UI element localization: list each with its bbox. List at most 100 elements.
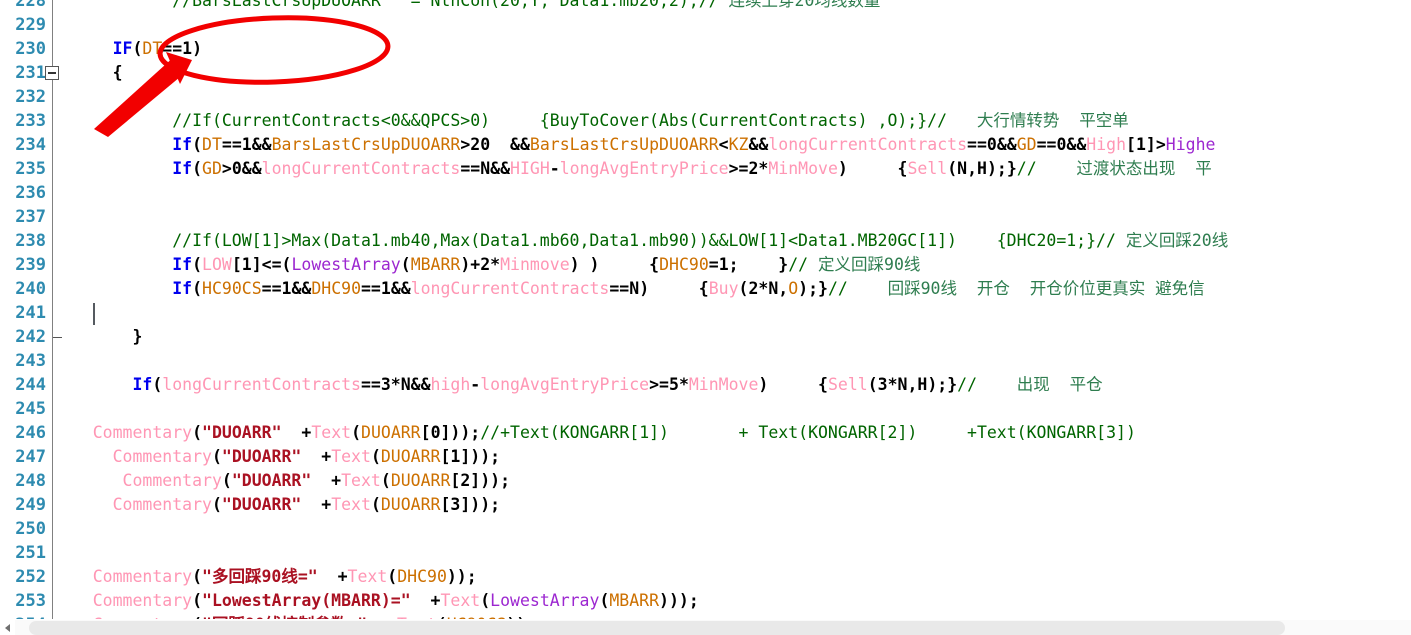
code-token: If bbox=[172, 255, 193, 274]
code-token: + bbox=[281, 423, 312, 442]
code-token: 1 bbox=[1135, 135, 1146, 154]
scroll-left-arrow-icon[interactable] bbox=[0, 620, 15, 635]
code-line[interactable]: If(longCurrentContracts==3*N&&high-longA… bbox=[53, 373, 1102, 397]
line-number: 253 bbox=[15, 591, 46, 611]
code-token: && bbox=[490, 159, 511, 178]
code-line[interactable]: Commentary("DUOARR" +Text(DUOARR[1])); bbox=[53, 445, 501, 469]
code-token: HC90CS bbox=[202, 279, 262, 298]
code-token: 过渡状态出现 平 bbox=[1036, 159, 1212, 178]
code-token: DHC90 bbox=[311, 279, 361, 298]
horizontal-scrollbar-track[interactable] bbox=[15, 620, 1411, 635]
code-token: DT bbox=[202, 135, 222, 154]
code-token: longCurrentContracts bbox=[768, 135, 968, 154]
code-token: 大行情转势 平空单 bbox=[947, 111, 1129, 130]
code-token: 1 bbox=[182, 39, 193, 58]
code-token: ( bbox=[192, 159, 203, 178]
fold-end-marker-icon bbox=[53, 337, 62, 338]
code-token: [ bbox=[1126, 135, 1136, 154]
code-token: ])); bbox=[440, 423, 481, 442]
fold-collapse-icon[interactable] bbox=[45, 66, 59, 80]
line-number: 252 bbox=[15, 567, 46, 587]
code-line[interactable]: If(GD>0&&longCurrentContracts==N&&HIGH-l… bbox=[53, 157, 1212, 181]
line-number: 246 bbox=[15, 423, 46, 443]
code-token: ) ) bbox=[569, 255, 600, 274]
code-token: ( bbox=[152, 375, 163, 394]
code-line[interactable]: Commentary("LowestArray(MBARR)=" +Text(L… bbox=[53, 589, 699, 613]
code-line[interactable]: Commentary("DUOARR" +Text(DUOARR[0]));//… bbox=[53, 421, 1136, 445]
line-number: 231 bbox=[15, 63, 46, 83]
code-token: { bbox=[847, 159, 908, 178]
code-token: // bbox=[1016, 159, 1037, 178]
code-token: ) bbox=[837, 159, 848, 178]
line-number: 230 bbox=[15, 39, 46, 59]
code-token: { bbox=[768, 375, 828, 394]
code-line[interactable]: IF(DT==1) bbox=[53, 37, 202, 61]
code-line[interactable]: Commentary("DUOARR" +Text(DUOARR[2])); bbox=[53, 469, 511, 493]
code-token: "DUOARR" bbox=[202, 423, 282, 442]
code-token: longCurrentContracts bbox=[162, 375, 361, 394]
code-token: Commentary bbox=[112, 495, 212, 514]
code-token: Sell bbox=[907, 159, 948, 178]
code-token: && bbox=[490, 135, 530, 154]
line-number: 248 bbox=[15, 471, 46, 491]
code-token: 回踩90线 开仓 开仓价位更真实 避免信 bbox=[847, 279, 1205, 298]
code-token: * bbox=[390, 375, 401, 394]
code-token: == bbox=[460, 159, 481, 178]
code-token: 0 bbox=[1056, 135, 1067, 154]
code-token: && bbox=[996, 135, 1017, 154]
code-token: ( bbox=[380, 471, 391, 490]
horizontal-scrollbar[interactable] bbox=[0, 619, 1411, 635]
code-token: = bbox=[708, 255, 719, 274]
code-token: N bbox=[957, 159, 968, 178]
code-token: ( bbox=[192, 423, 203, 442]
code-line[interactable]: } bbox=[53, 325, 142, 349]
code-text-area[interactable]: //BarsLastCrsUpDUOARR = NthCon(20,Y, Dat… bbox=[53, 0, 1411, 619]
code-line[interactable]: Commentary("DUOARR" +Text(DUOARR[3])); bbox=[53, 493, 501, 517]
code-token: 定义回踩20线 bbox=[1115, 231, 1229, 250]
code-token: If bbox=[172, 279, 193, 298]
code-token: { bbox=[112, 63, 123, 82]
code-token: ( bbox=[192, 591, 203, 610]
code-token: ( bbox=[211, 495, 222, 514]
code-token: longCurrentContracts bbox=[410, 279, 610, 298]
code-token: Text bbox=[331, 495, 371, 514]
code-token: DHC90 bbox=[659, 255, 709, 274]
code-token: //BarsLastCrsUpDUOARR = NthCon(20,Y, Dat… bbox=[53, 0, 719, 10]
code-token: N bbox=[897, 375, 908, 394]
code-token: == bbox=[261, 279, 282, 298]
horizontal-scrollbar-thumb[interactable] bbox=[29, 621, 1285, 635]
code-line[interactable]: If(HC90CS==1&&DHC90==1&&longCurrentContr… bbox=[53, 277, 1205, 301]
code-line[interactable]: //If(LOW[1]>Max(Data1.mb40,Max(Data1.mb6… bbox=[53, 229, 1228, 253]
code-token: * bbox=[758, 159, 769, 178]
code-token: Commentary bbox=[92, 591, 193, 610]
code-token: ( bbox=[387, 567, 398, 586]
code-line[interactable]: Commentary("多回踩90线=" +Text(DHC90)); bbox=[53, 565, 477, 589]
code-line[interactable]: //If(CurrentContracts<0&&QPCS>0) {BuyToC… bbox=[53, 109, 1129, 133]
code-token: ( bbox=[480, 591, 491, 610]
code-token: 1 bbox=[281, 279, 292, 298]
code-token: N bbox=[768, 279, 779, 298]
code-token: KZ bbox=[728, 135, 749, 154]
code-token: == bbox=[361, 279, 381, 298]
line-number: 251 bbox=[15, 543, 46, 563]
code-token: //+Text(KONGARR[1]) + Text(KONGARR[2]) +… bbox=[480, 423, 1136, 442]
code-token: MinMove bbox=[688, 375, 759, 394]
code-line[interactable]: If(DT==1&&BarsLastCrsUpDUOARR>20 &&BarsL… bbox=[53, 133, 1215, 157]
code-token: // bbox=[827, 279, 848, 298]
code-token: high bbox=[430, 375, 471, 394]
code-token: - bbox=[470, 375, 481, 394]
code-line[interactable]: { bbox=[53, 61, 123, 85]
code-token: //If(LOW[1]>Max(Data1.mb40,Max(Data1.mb6… bbox=[53, 231, 1116, 250]
code-token: Commentary bbox=[122, 471, 222, 490]
code-line[interactable]: //BarsLastCrsUpDUOARR = NthCon(20,Y, Dat… bbox=[53, 0, 880, 13]
code-line[interactable]: If(LOW[1]<=(LowestArray(MBARR)+2*Minmove… bbox=[53, 253, 920, 277]
code-token: );} bbox=[798, 279, 828, 298]
line-number: 249 bbox=[15, 495, 46, 515]
code-editor[interactable]: //BarsLastCrsUpDUOARR = NthCon(20,Y, Dat… bbox=[0, 0, 1411, 635]
line-number: 244 bbox=[15, 375, 46, 395]
line-number: 238 bbox=[15, 231, 46, 251]
code-token: DT bbox=[142, 39, 163, 58]
code-token: );} bbox=[927, 375, 958, 394]
